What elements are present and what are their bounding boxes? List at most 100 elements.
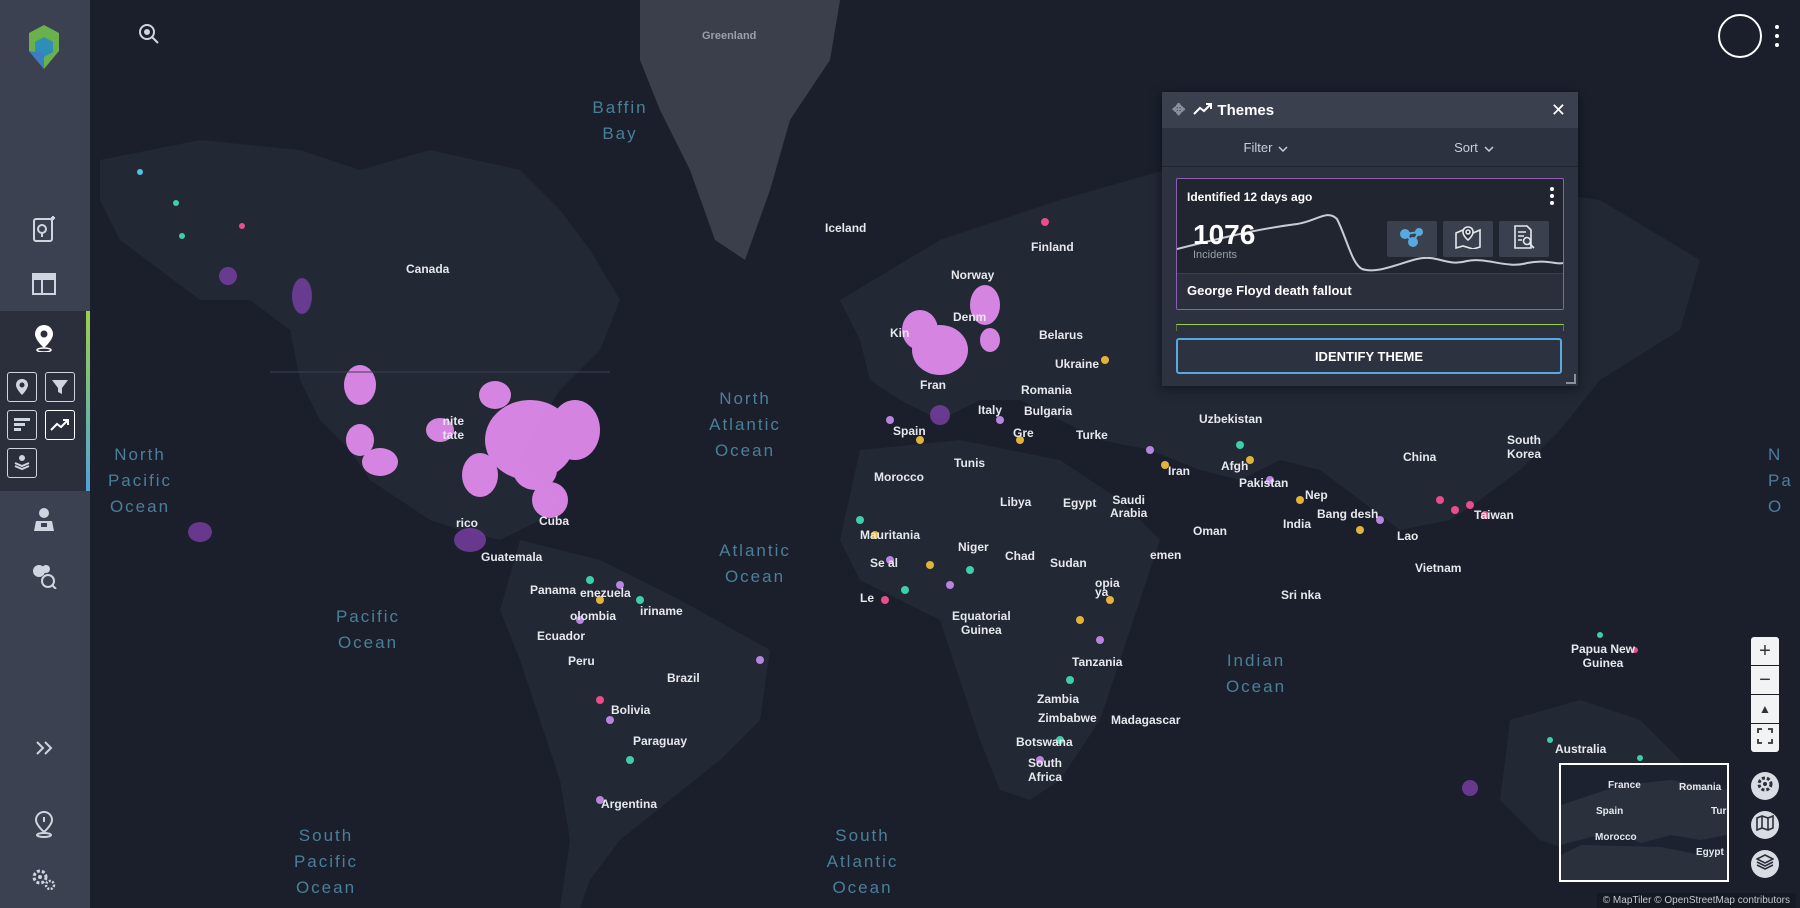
label-brazil: Brazil	[667, 671, 700, 685]
pin-settings-icon[interactable]	[22, 804, 66, 844]
dashboard-icon[interactable]	[22, 264, 66, 304]
theme-network-button[interactable]	[1387, 221, 1437, 257]
theme-menu-icon[interactable]	[1549, 187, 1555, 205]
label-zambia: Zambia	[1037, 692, 1080, 706]
next-theme-card-edge	[1176, 324, 1564, 331]
theme-incident-count: 1076	[1193, 219, 1256, 250]
label-finland: Finland	[1031, 240, 1074, 254]
themes-panel-header: ✥ Themes ✕	[1162, 92, 1578, 128]
zoom-in-button[interactable]: +	[1751, 637, 1779, 665]
label-suriname: iriname	[640, 604, 683, 618]
map-settings-button[interactable]	[1751, 772, 1779, 800]
identify-theme-button[interactable]: IDENTIFY THEME	[1176, 338, 1562, 374]
compass-button[interactable]: ▲	[1751, 695, 1779, 723]
label-kingdom: Kin	[890, 326, 910, 340]
label-norway: Norway	[951, 268, 995, 282]
label-laos: Lao	[1397, 529, 1419, 543]
sidebar-accent-bar	[86, 311, 90, 491]
fullscreen-icon	[1757, 727, 1773, 750]
label-bolivia: Bolivia	[611, 703, 651, 717]
map-icon	[1756, 814, 1774, 836]
label-pakistan: Pakistan	[1239, 476, 1289, 490]
label-cuba: Cuba	[539, 514, 569, 528]
pin-icon[interactable]	[7, 372, 37, 402]
basemap-button[interactable]	[1751, 811, 1779, 839]
label-atlantic: Atlantic Ocean	[719, 541, 791, 586]
trending-icon[interactable]	[45, 410, 75, 440]
label-spain: Spain	[893, 424, 926, 438]
minimap-label-egypt: Egypt	[1696, 847, 1724, 858]
label-ukraine: Ukraine	[1055, 357, 1100, 371]
location-icon[interactable]	[22, 318, 66, 358]
sort-label: Sort	[1454, 139, 1478, 155]
minimap-label-france: France	[1608, 780, 1641, 791]
map-attribution[interactable]: © MapTiler © OpenStreetMap contributors	[1596, 893, 1796, 908]
label-south-pacific: South Pacific Ocean	[293, 826, 359, 897]
more-menu-icon[interactable]	[1772, 22, 1782, 50]
chevron-down-icon	[1484, 140, 1494, 155]
overview-minimap[interactable]: France Romania Spain Tur Morocco Egypt	[1559, 763, 1729, 882]
filter-dropdown[interactable]: Filter	[1162, 140, 1370, 155]
label-south-africa: South Africa	[1028, 756, 1063, 784]
fullscreen-button[interactable]	[1751, 724, 1779, 752]
resize-handle-icon[interactable]	[1566, 374, 1576, 384]
add-report-icon[interactable]	[22, 210, 66, 250]
minimap-label-morocco: Morocco	[1595, 832, 1637, 843]
label-afghanistan: Afgh	[1221, 459, 1249, 473]
drag-handle-icon[interactable]: ✥	[1172, 100, 1185, 120]
theme-map-button[interactable]	[1443, 221, 1493, 257]
label-egypt: Egypt	[1063, 496, 1097, 510]
agent-icon[interactable]	[22, 500, 66, 540]
network-icon[interactable]	[22, 556, 66, 596]
expand-sidebar-icon[interactable]	[24, 730, 64, 766]
map-pin-icon	[1454, 225, 1482, 254]
label-north-pacific: North Pacific Ocean	[107, 445, 173, 516]
theme-card[interactable]: Identified 12 days ago 1076 Incidents Ge…	[1176, 178, 1564, 310]
label-argentina: Argentina	[601, 797, 658, 811]
label-bulgaria: Bulgaria	[1024, 404, 1073, 418]
sidebar	[0, 0, 90, 908]
label-romania: Romania	[1021, 383, 1072, 397]
minimap-label-romania: Romania	[1679, 782, 1722, 793]
settings-icon[interactable]	[22, 860, 66, 900]
label-greenland: Greenland	[702, 30, 757, 42]
label-senegal: Se al	[870, 556, 899, 570]
label-equatorial-guinea: Equatorial Guinea	[952, 609, 1011, 637]
label-australia: Australia	[1555, 742, 1607, 756]
label-italy: Italy	[978, 403, 1003, 417]
label-tunisia: Tunis	[954, 456, 986, 470]
trending-icon	[1193, 102, 1213, 119]
label-venezuela: enezuela	[580, 586, 631, 600]
label-uzbekistan: Uzbekistan	[1199, 412, 1263, 426]
label-nepal: Nep	[1305, 488, 1328, 502]
filter-sort-bar: Filter Sort	[1162, 128, 1578, 167]
map-search-icon[interactable]	[137, 22, 163, 48]
label-united-states: nite tate	[442, 414, 465, 442]
sort-dropdown[interactable]: Sort	[1370, 140, 1578, 155]
label-kenya: ya	[1095, 585, 1109, 599]
themes-panel: ✥ Themes ✕ Filter Sort Identified 12 day…	[1162, 92, 1578, 386]
label-guatemala: Guatemala	[481, 550, 543, 564]
layers-stack-icon[interactable]	[7, 448, 37, 478]
layers-button[interactable]	[1751, 850, 1779, 878]
theme-search-button[interactable]	[1499, 221, 1549, 257]
user-avatar-button[interactable]	[1718, 14, 1762, 58]
label-pacific: Pacific Ocean	[335, 607, 401, 652]
filter-icon[interactable]	[45, 372, 75, 402]
label-north-atlantic: North Atlantic Ocean	[709, 389, 781, 460]
label-zimbabwe: Zimbabwe	[1038, 711, 1097, 725]
label-niger: Niger	[958, 540, 989, 554]
gear-icon	[1756, 775, 1774, 798]
label-chad: Chad	[1005, 549, 1035, 563]
filter-label: Filter	[1243, 139, 1273, 155]
label-sudan: Sudan	[1050, 556, 1087, 570]
close-icon[interactable]: ✕	[1551, 100, 1566, 121]
label-denmark: Denm	[953, 310, 987, 324]
label-canada: Canada	[406, 262, 450, 276]
list-icon[interactable]	[7, 410, 37, 440]
zoom-out-button[interactable]: −	[1751, 666, 1779, 694]
label-mexico: rico	[456, 516, 479, 530]
label-tanzania: Tanzania	[1072, 655, 1123, 669]
label-peru: Peru	[568, 654, 595, 668]
app-logo-icon[interactable]	[24, 22, 64, 72]
